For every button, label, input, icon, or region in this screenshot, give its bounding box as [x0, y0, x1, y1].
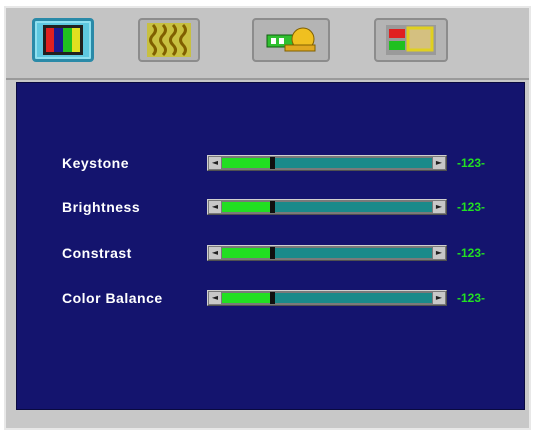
slider-fill — [222, 248, 271, 258]
slider-fill — [222, 293, 271, 303]
setting-label: Color Balance — [62, 290, 163, 306]
slider-thumb[interactable] — [270, 292, 276, 304]
setting-value: -123- — [457, 246, 486, 260]
slider-thumb[interactable] — [270, 201, 276, 213]
color-bars-icon — [43, 25, 83, 55]
color-balance-slider[interactable]: ◄ ► — [207, 290, 447, 306]
slider-track — [222, 292, 432, 304]
tab-tools[interactable] — [252, 18, 330, 62]
right-arrow-icon[interactable]: ► — [433, 157, 445, 169]
brightness-slider[interactable]: ◄ ► — [207, 199, 447, 215]
slider-thumb[interactable] — [270, 157, 276, 169]
tab-waves[interactable] — [138, 18, 200, 62]
setting-label: Brightness — [62, 199, 141, 215]
left-arrow-icon[interactable]: ◄ — [209, 247, 221, 259]
left-arrow-icon[interactable]: ◄ — [209, 157, 221, 169]
tab-picture[interactable] — [374, 18, 448, 62]
setting-label: Keystone — [62, 155, 130, 171]
slider-track — [222, 157, 432, 169]
wavy-lines-icon — [147, 23, 191, 57]
left-arrow-icon[interactable]: ◄ — [209, 292, 221, 304]
contrast-slider[interactable]: ◄ ► — [207, 245, 447, 261]
slider-track — [222, 247, 432, 259]
setting-row-brightness: Brightness ◄ ► -123- — [17, 197, 526, 219]
settings-panel: Keystone ◄ ► -123- Brightness ◄ ► -123- … — [16, 82, 525, 410]
keystone-slider[interactable]: ◄ ► — [207, 155, 447, 171]
slider-fill — [222, 202, 271, 212]
right-arrow-icon[interactable]: ► — [433, 247, 445, 259]
setting-row-keystone: Keystone ◄ ► -123- — [17, 153, 526, 175]
setting-row-contrast: Constrast ◄ ► -123- — [17, 243, 526, 265]
left-arrow-icon[interactable]: ◄ — [209, 201, 221, 213]
slider-track — [222, 201, 432, 213]
setting-label: Constrast — [62, 245, 132, 261]
picture-settings-icon — [386, 25, 436, 55]
tab-bar — [6, 8, 529, 80]
key-tool-icon — [266, 27, 316, 52]
tab-color[interactable] — [32, 18, 94, 62]
setting-value: -123- — [457, 200, 486, 214]
setting-value: -123- — [457, 156, 486, 170]
slider-thumb[interactable] — [270, 247, 276, 259]
slider-fill — [222, 158, 271, 168]
right-arrow-icon[interactable]: ► — [433, 201, 445, 213]
setting-value: -123- — [457, 291, 486, 305]
setting-row-color-balance: Color Balance ◄ ► -123- — [17, 288, 526, 310]
right-arrow-icon[interactable]: ► — [433, 292, 445, 304]
status-bar — [6, 410, 529, 428]
osd-menu: Keystone ◄ ► -123- Brightness ◄ ► -123- … — [4, 6, 531, 430]
